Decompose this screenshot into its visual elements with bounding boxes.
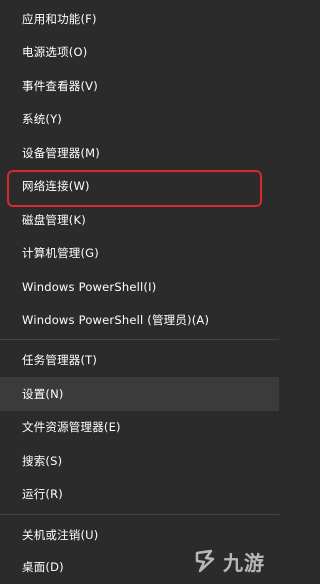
menu-item-shutdown-or-sign-out[interactable]: 关机或注销(U) — [0, 518, 279, 552]
menu-separator — [0, 339, 279, 340]
menu-item-network-connections[interactable]: 网络连接(W) — [0, 169, 279, 203]
menu-item-desktop[interactable]: 桌面(D) — [0, 550, 279, 584]
menu-item-task-manager[interactable]: 任务管理器(T) — [0, 343, 279, 377]
menu-item-computer-management[interactable]: 计算机管理(G) — [0, 236, 279, 270]
menu-item-event-viewer[interactable]: 事件查看器(V) — [0, 69, 279, 103]
menu-item-system[interactable]: 系统(Y) — [0, 102, 279, 136]
winx-context-menu: 应用和功能(F) 电源选项(O) 事件查看器(V) 系统(Y) 设备管理器(M)… — [0, 0, 279, 584]
menu-item-file-explorer[interactable]: 文件资源管理器(E) — [0, 410, 279, 444]
menu-item-power-options[interactable]: 电源选项(O) — [0, 35, 279, 69]
menu-separator — [0, 514, 279, 515]
menu-item-apps-and-features[interactable]: 应用和功能(F) — [0, 2, 279, 36]
menu-item-search[interactable]: 搜索(S) — [0, 444, 279, 478]
menu-item-settings[interactable]: 设置(N) — [0, 377, 279, 411]
menu-item-windows-powershell[interactable]: Windows PowerShell(I) — [0, 270, 279, 304]
menu-item-device-manager[interactable]: 设备管理器(M) — [0, 136, 279, 170]
menu-item-run[interactable]: 运行(R) — [0, 477, 279, 511]
menu-item-disk-management[interactable]: 磁盘管理(K) — [0, 203, 279, 237]
menu-item-windows-powershell-admin[interactable]: Windows PowerShell (管理员)(A) — [0, 303, 279, 337]
